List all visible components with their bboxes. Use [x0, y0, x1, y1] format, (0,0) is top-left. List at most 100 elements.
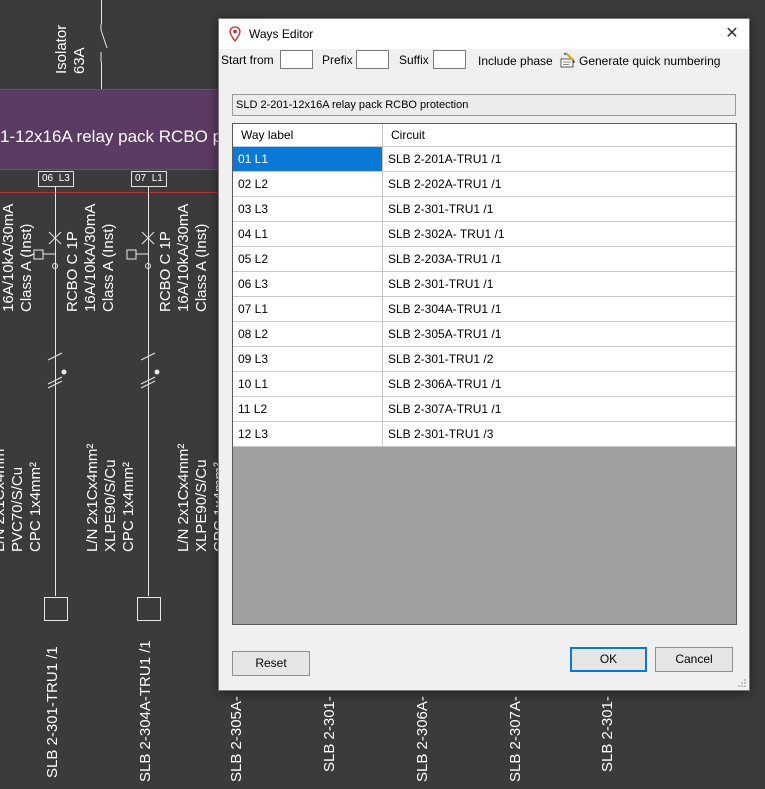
way-label-cell[interactable]: 07 L1: [233, 297, 383, 322]
way-label-cell[interactable]: 02 L2: [233, 172, 383, 197]
way-tag-number: 07: [135, 173, 147, 184]
cable-line3: CPC 1x4mm²: [120, 461, 137, 552]
isolator-line-bottom: [101, 62, 102, 89]
device-line1: RCBO C 1P: [64, 231, 81, 312]
suffix-input[interactable]: [433, 50, 466, 69]
way-label-cell[interactable]: 11 L2: [233, 397, 383, 422]
isolator-switch-symbol: [100, 24, 108, 62]
cable-line1: L/N 2x1Cx4mm²: [84, 443, 101, 552]
device-line2: 16A/10kA/30mA: [82, 203, 99, 312]
close-icon: ✕: [725, 25, 739, 42]
board-description-field: SLD 2-201-12x16A relay pack RCBO protect…: [232, 94, 736, 116]
circuit-label: SLB 2-301-TRU1 /1: [44, 646, 61, 778]
cable-fragment-line2: PVC70/S/Cu: [9, 466, 26, 552]
circuit-label: SLB 2-305A-: [228, 696, 245, 782]
ways-grid[interactable]: Way label Circuit 01 L1 SLB 2-201A-TRU1 /…: [232, 123, 737, 625]
terminal-box: [44, 597, 68, 621]
circuit-cell[interactable]: SLB 2-201A-TRU1 /1: [383, 147, 736, 172]
way-label-cell[interactable]: 04 L1: [233, 222, 383, 247]
grid-header-row: Way label Circuit: [233, 124, 736, 147]
device-line1: RCBO C 1P: [157, 231, 174, 312]
include-phase-label[interactable]: Include phase: [478, 54, 553, 68]
device-fragment-line3: Class A (Inst): [18, 223, 35, 312]
start-from-label: Start from: [221, 53, 274, 67]
way-tag-07: 07 L1: [131, 171, 167, 187]
circuit-cell[interactable]: SLB 2-301-TRU1 /1: [383, 272, 736, 297]
board-title: 1-12x16A relay pack RCBO pro: [0, 127, 238, 146]
way-label-cell[interactable]: 06 L3: [233, 272, 383, 297]
cable-protection-symbol: [47, 352, 67, 389]
cable-line1: L/N 2x1Cx4mm²: [175, 443, 192, 552]
resize-grip-icon[interactable]: [738, 679, 746, 687]
close-button[interactable]: ✕: [721, 24, 743, 44]
table-row[interactable]: 03 L3 SLB 2-301-TRU1 /1: [233, 197, 736, 222]
table-row[interactable]: 12 L3 SLB 2-301-TRU1 /3: [233, 422, 736, 447]
cable-line2: XLPE90/S/Cu: [193, 459, 210, 552]
table-row[interactable]: 04 L1 SLB 2-302A- TRU1 /1: [233, 222, 736, 247]
table-row[interactable]: 01 L1 SLB 2-201A-TRU1 /1: [233, 147, 736, 172]
table-row[interactable]: 08 L2 SLB 2-305A-TRU1 /1: [233, 322, 736, 347]
circuit-cell[interactable]: SLB 2-203A-TRU1 /1: [383, 247, 736, 272]
quick-numbering-icon[interactable]: [560, 52, 576, 68]
table-row[interactable]: 11 L2 SLB 2-307A-TRU1 /1: [233, 397, 736, 422]
terminal-box: [137, 597, 161, 621]
circuit-label: SLB 2-301-: [599, 696, 616, 772]
suffix-label: Suffix: [399, 53, 429, 67]
way-tag-06: 06 L3: [38, 171, 74, 187]
circuit-cell[interactable]: SLB 2-202A-TRU1 /1: [383, 172, 736, 197]
circuit-cell[interactable]: SLB 2-301-TRU1 /1: [383, 197, 736, 222]
table-row[interactable]: 10 L1 SLB 2-306A-TRU1 /1: [233, 372, 736, 397]
way-label-cell[interactable]: 01 L1: [233, 147, 383, 172]
circuit-cell[interactable]: SLB 2-301-TRU1 /3: [383, 422, 736, 447]
map-pin-icon: [229, 26, 241, 42]
device-line3: Class A (Inst): [100, 223, 117, 312]
circuit-label: SLB 2-306A-: [414, 696, 431, 782]
table-row[interactable]: 07 L1 SLB 2-304A-TRU1 /1: [233, 297, 736, 322]
device-line2: 16A/10kA/30mA: [175, 203, 192, 312]
ok-button[interactable]: OK: [570, 647, 647, 672]
circuit-label: SLB 2-304A-TRU1 /1: [137, 640, 154, 782]
way-label-cell[interactable]: 10 L1: [233, 372, 383, 397]
cable-protection-symbol: [140, 352, 160, 389]
cancel-button[interactable]: Cancel: [655, 647, 733, 672]
circuit-cell[interactable]: SLB 2-307A-TRU1 /1: [383, 397, 736, 422]
way-tag-number: 06: [42, 173, 54, 184]
circuit-cell[interactable]: SLB 2-302A- TRU1 /1: [383, 222, 736, 247]
dialog-titlebar[interactable]: Ways Editor ✕: [219, 19, 749, 49]
table-row[interactable]: 02 L2 SLB 2-202A-TRU1 /1: [233, 172, 736, 197]
circuit-cell[interactable]: SLB 2-301-TRU1 /2: [383, 347, 736, 372]
way-label-cell[interactable]: 09 L3: [233, 347, 383, 372]
generate-quick-numbering-button[interactable]: Generate quick numbering: [579, 54, 720, 68]
prefix-label: Prefix: [322, 53, 353, 67]
board-way-strip: [0, 170, 230, 193]
table-row[interactable]: 09 L3 SLB 2-301-TRU1 /2: [233, 347, 736, 372]
way-tag-phase: L1: [151, 173, 163, 184]
circuit-label: SLB 2-307A-: [507, 696, 524, 782]
way-label-cell[interactable]: 05 L2: [233, 247, 383, 272]
isolator-line-top: [101, 0, 102, 24]
cable-line2: XLPE90/S/Cu: [102, 459, 119, 552]
way-label-cell[interactable]: 12 L3: [233, 422, 383, 447]
isolator-rating: 63A: [71, 47, 88, 74]
device-line3: Class A (Inst): [193, 223, 210, 312]
ways-editor-dialog: Ways Editor ✕ Start from Prefix Suffix I…: [218, 18, 750, 691]
way-label-cell[interactable]: 03 L3: [233, 197, 383, 222]
prefix-input[interactable]: [356, 50, 389, 69]
column-header-circuit[interactable]: Circuit: [383, 124, 736, 147]
device-fragment-line2: 16A/10kA/30mA: [0, 203, 17, 312]
circuit-label: SLB 2-301-: [321, 696, 338, 772]
table-row[interactable]: 05 L2 SLB 2-203A-TRU1 /1: [233, 247, 736, 272]
table-row[interactable]: 06 L3 SLB 2-301-TRU1 /1: [233, 272, 736, 297]
cable-fragment-line3: CPC 1x4mm²: [27, 461, 44, 552]
circuit-cell[interactable]: SLB 2-306A-TRU1 /1: [383, 372, 736, 397]
start-from-input[interactable]: [280, 50, 313, 69]
circuit-cell[interactable]: SLB 2-304A-TRU1 /1: [383, 297, 736, 322]
way-label-cell[interactable]: 08 L2: [233, 322, 383, 347]
dialog-title: Ways Editor: [249, 27, 314, 41]
isolator-label: Isolator: [53, 24, 70, 74]
cable-fragment-line1: L/N 2x1Cx4mm²: [0, 443, 8, 552]
circuit-cell[interactable]: SLB 2-305A-TRU1 /1: [383, 322, 736, 347]
column-header-way-label[interactable]: Way label: [233, 124, 383, 147]
way-tag-phase: L3: [58, 173, 70, 184]
reset-button[interactable]: Reset: [232, 651, 310, 676]
